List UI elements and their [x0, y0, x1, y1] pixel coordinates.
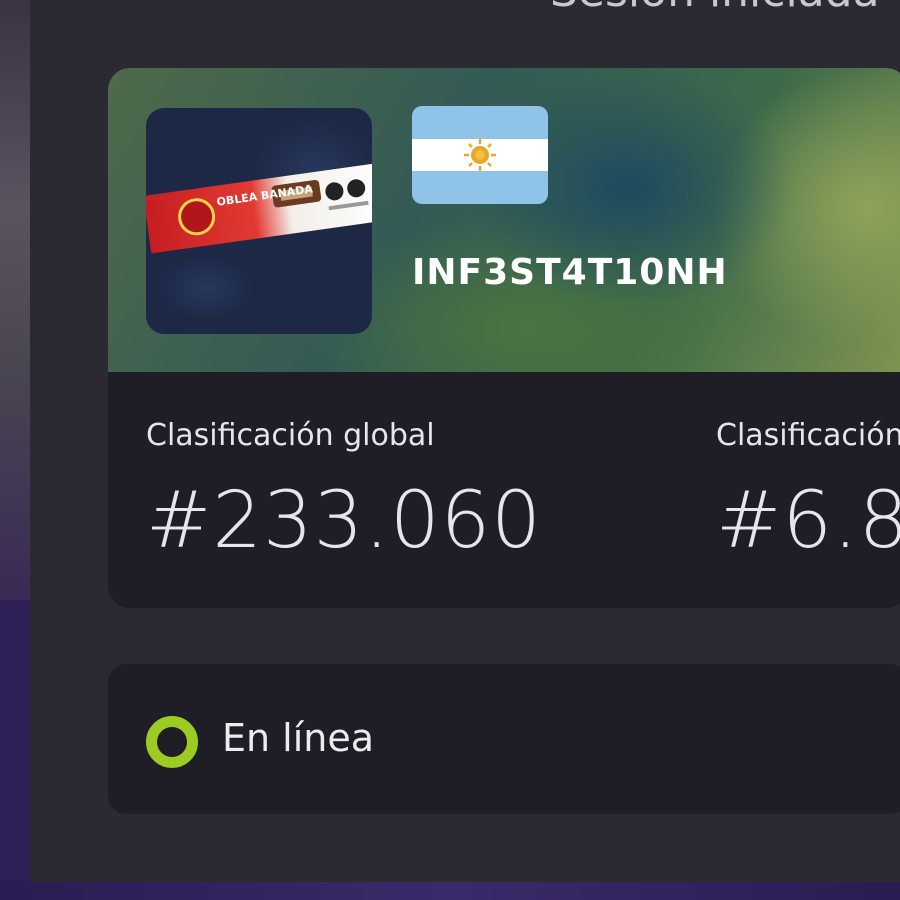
online-status-icon: [146, 716, 198, 768]
status-card[interactable]: En línea: [108, 664, 900, 814]
country-rank-value: #6.8: [716, 476, 900, 566]
status-label: En línea: [222, 716, 375, 760]
profile-card[interactable]: OBLEA BANADA INF3ST4T10NH Clasificación …: [108, 68, 900, 608]
background-bottom: [0, 880, 900, 900]
username[interactable]: INF3ST4T10NH: [412, 252, 728, 293]
candy-bar-photo-icon: OBLEA BANADA: [146, 162, 372, 254]
global-rank-value: #233.060: [146, 476, 542, 566]
global-rank-label: Clasificación global: [146, 418, 435, 453]
profile-banner: OBLEA BANADA INF3ST4T10NH: [108, 68, 900, 372]
argentina-flag-icon: [412, 106, 548, 204]
country-rank-label: Clasificación: [716, 418, 900, 453]
avatar[interactable]: OBLEA BANADA: [146, 108, 372, 334]
panel-title: Sesión iniciada: [550, 0, 880, 17]
